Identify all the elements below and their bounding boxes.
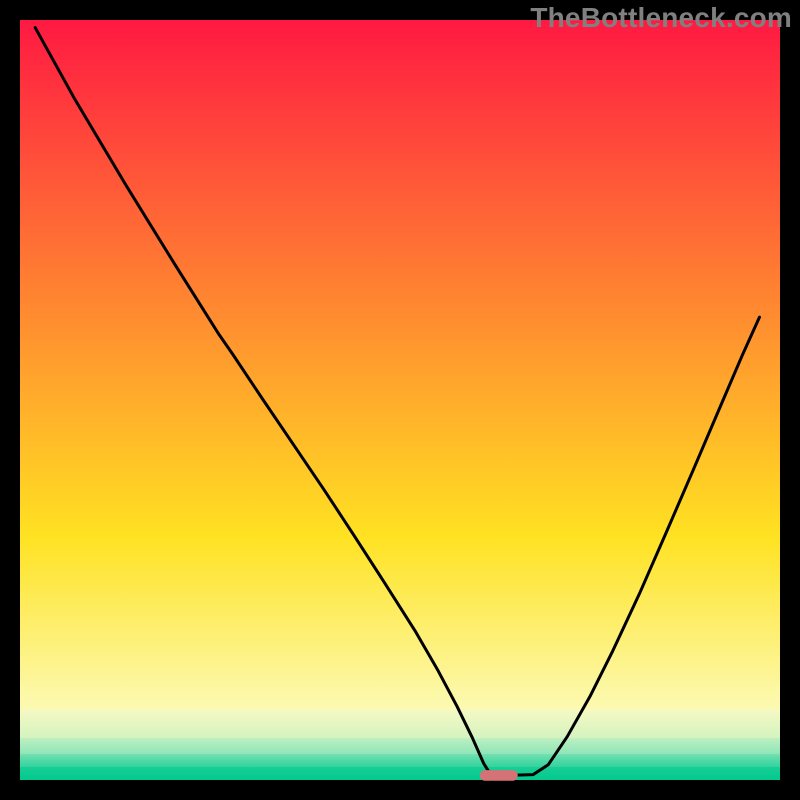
optimal-marker xyxy=(480,770,518,781)
watermark-text: TheBottleneck.com xyxy=(530,2,792,34)
gradient-band xyxy=(20,754,780,767)
bottleneck-chart xyxy=(0,0,800,800)
frame-bottom xyxy=(0,780,800,800)
frame-left xyxy=(0,0,20,800)
gradient-band xyxy=(20,738,780,754)
frame-right xyxy=(780,0,800,800)
chart-container: TheBottleneck.com xyxy=(0,0,800,800)
gradient-band xyxy=(20,767,780,780)
gradient-band xyxy=(20,537,780,710)
gradient-band xyxy=(20,709,780,738)
gradient-band xyxy=(20,20,780,537)
